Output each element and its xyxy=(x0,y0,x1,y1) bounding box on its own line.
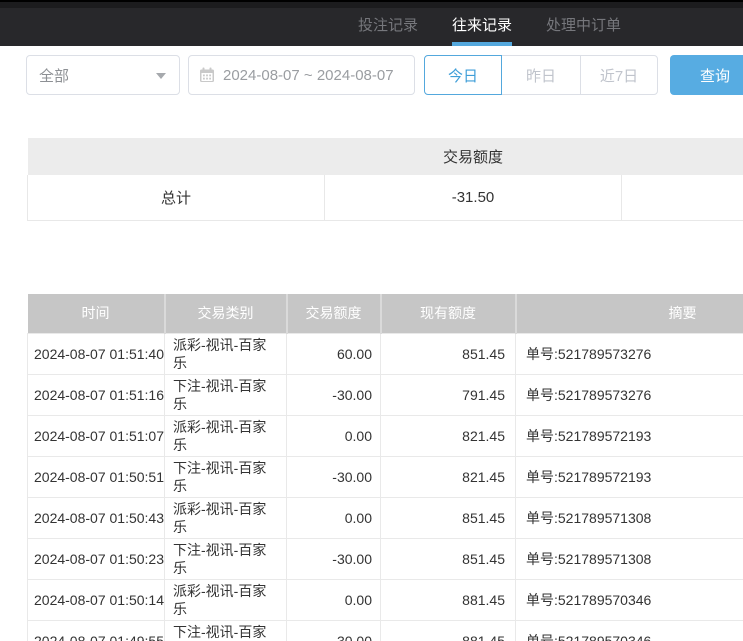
records-header-row: 时间 交易类别 交易额度 现有额度 摘要 xyxy=(28,294,743,333)
filter-bar: 全部 2024-08-07 ~ 2024-08-07 今日 昨 xyxy=(26,55,743,95)
table-row: 2024-08-07 01:50:43 派彩-视讯-百家乐 0.00 851.4… xyxy=(28,497,743,538)
table-row: 2024-08-07 01:51:16 下注-视讯-百家乐 -30.00 791… xyxy=(28,374,743,415)
query-button[interactable]: 查询 xyxy=(670,55,743,95)
nav-tabs: 投注记录 往来记录 处理中订单 xyxy=(358,8,621,46)
tab-betting-records[interactable]: 投注记录 xyxy=(358,8,418,46)
col-header-amount: 交易额度 xyxy=(287,294,381,333)
summary-total-row: 总计 -31.50 xyxy=(28,175,743,220)
top-nav-bar: 投注记录 往来记录 处理中订单 xyxy=(0,8,743,46)
summary-total-amount: -31.50 xyxy=(325,175,622,220)
cell-type: 派彩-视讯-百家乐 xyxy=(165,579,287,620)
cell-time: 2024-08-07 01:49:55 xyxy=(28,620,165,641)
cell-balance: 851.45 xyxy=(381,333,516,374)
date-range-value: 2024-08-07 ~ 2024-08-07 xyxy=(223,67,394,84)
cell-balance: 851.45 xyxy=(381,497,516,538)
cell-summary: 单号:521789570346 xyxy=(516,620,743,641)
cell-time: 2024-08-07 01:51:16 xyxy=(28,374,165,415)
cell-balance: 881.45 xyxy=(381,579,516,620)
summary-total-label: 总计 xyxy=(28,175,325,220)
cell-summary: 单号:521789573276 xyxy=(516,374,743,415)
summary-header-amount: 交易额度 xyxy=(325,138,622,175)
table-row: 2024-08-07 01:49:55 下注-视讯-百家乐 -30.00 881… xyxy=(28,620,743,641)
calendar-icon xyxy=(199,67,215,83)
cell-time: 2024-08-07 01:51:40 xyxy=(28,333,165,374)
cell-time: 2024-08-07 01:51:07 xyxy=(28,415,165,456)
cell-summary: 单号:521789572193 xyxy=(516,415,743,456)
last-7-days-button[interactable]: 近7日 xyxy=(580,55,658,95)
summary-total-clipped xyxy=(622,175,743,220)
cell-type: 下注-视讯-百家乐 xyxy=(165,538,287,579)
cell-type: 下注-视讯-百家乐 xyxy=(165,620,287,641)
cell-amount: -30.00 xyxy=(287,538,381,579)
summary-table: 交易额度 总计 -31.50 xyxy=(27,138,743,221)
col-header-type: 交易类别 xyxy=(165,294,287,333)
cell-summary: 单号:521789570346 xyxy=(516,579,743,620)
col-header-time: 时间 xyxy=(28,294,165,333)
table-row: 2024-08-07 01:50:23 下注-视讯-百家乐 -30.00 851… xyxy=(28,538,743,579)
cell-time: 2024-08-07 01:50:51 xyxy=(28,456,165,497)
cell-type: 下注-视讯-百家乐 xyxy=(165,456,287,497)
cell-amount: -30.00 xyxy=(287,620,381,641)
tab-transaction-records[interactable]: 往来记录 xyxy=(452,8,512,46)
cell-time: 2024-08-07 01:50:23 xyxy=(28,538,165,579)
cell-balance: 851.45 xyxy=(381,538,516,579)
cell-summary: 单号:521789571308 xyxy=(516,497,743,538)
table-row: 2024-08-07 01:50:14 派彩-视讯-百家乐 0.00 881.4… xyxy=(28,579,743,620)
table-row: 2024-08-07 01:51:40 派彩-视讯-百家乐 60.00 851.… xyxy=(28,333,743,374)
col-header-balance: 现有额度 xyxy=(381,294,516,333)
date-range-input[interactable]: 2024-08-07 ~ 2024-08-07 xyxy=(188,55,415,95)
type-select-value: 全部 xyxy=(39,65,69,86)
cell-summary: 单号:521789572193 xyxy=(516,456,743,497)
cell-amount: 0.00 xyxy=(287,579,381,620)
quick-date-buttons: 今日 昨日 近7日 xyxy=(424,55,658,95)
today-button[interactable]: 今日 xyxy=(424,55,502,95)
cell-time: 2024-08-07 01:50:43 xyxy=(28,497,165,538)
tab-processing-orders[interactable]: 处理中订单 xyxy=(546,8,621,46)
cell-type: 派彩-视讯-百家乐 xyxy=(165,497,287,538)
yesterday-button[interactable]: 昨日 xyxy=(501,55,581,95)
cell-summary: 单号:521789571308 xyxy=(516,538,743,579)
table-row: 2024-08-07 01:50:51 下注-视讯-百家乐 -30.00 821… xyxy=(28,456,743,497)
transaction-records-page: 投注记录 往来记录 处理中订单 全部 xyxy=(0,0,743,641)
cell-amount: 60.00 xyxy=(287,333,381,374)
summary-header-row: 交易额度 xyxy=(28,138,743,175)
cell-type: 派彩-视讯-百家乐 xyxy=(165,415,287,456)
cell-balance: 821.45 xyxy=(381,456,516,497)
cell-amount: 0.00 xyxy=(287,415,381,456)
cell-type: 派彩-视讯-百家乐 xyxy=(165,333,287,374)
chevron-down-icon xyxy=(156,73,166,79)
cell-time: 2024-08-07 01:50:14 xyxy=(28,579,165,620)
cell-amount: -30.00 xyxy=(287,374,381,415)
table-row: 2024-08-07 01:51:07 派彩-视讯-百家乐 0.00 821.4… xyxy=(28,415,743,456)
summary-header-empty xyxy=(28,138,325,175)
cell-amount: 0.00 xyxy=(287,497,381,538)
col-header-summary: 摘要 xyxy=(516,294,743,333)
records-table-body: 2024-08-07 01:51:40 派彩-视讯-百家乐 60.00 851.… xyxy=(28,333,743,641)
summary-header-clipped xyxy=(622,138,743,175)
cell-balance: 821.45 xyxy=(381,415,516,456)
cell-balance: 881.45 xyxy=(381,620,516,641)
records-table: 时间 交易类别 交易额度 现有额度 摘要 2024-08-07 01:51:40… xyxy=(27,294,743,641)
cell-balance: 791.45 xyxy=(381,374,516,415)
cell-summary: 单号:521789573276 xyxy=(516,333,743,374)
cell-type: 下注-视讯-百家乐 xyxy=(165,374,287,415)
cell-amount: -30.00 xyxy=(287,456,381,497)
type-select[interactable]: 全部 xyxy=(26,55,180,95)
